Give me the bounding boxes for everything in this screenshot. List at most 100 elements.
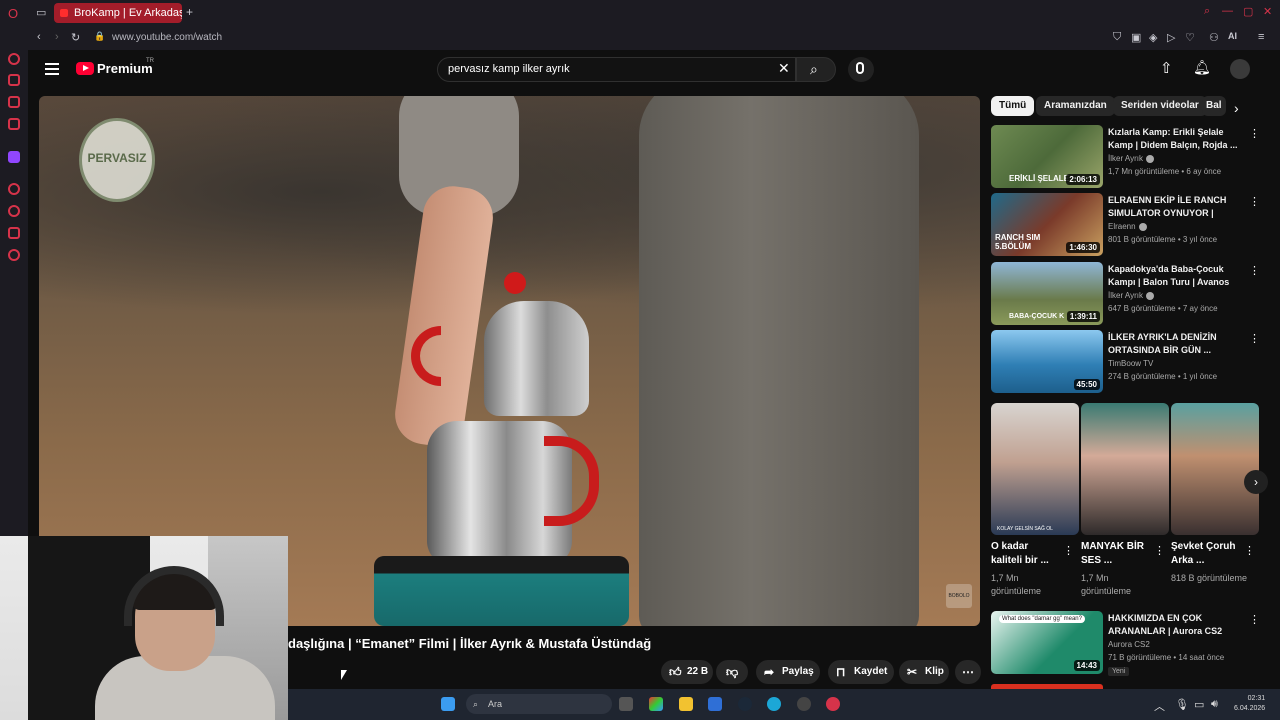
sidebar-settings-icon[interactable]	[8, 249, 20, 261]
steam-icon[interactable]	[738, 697, 752, 711]
snapshot-icon[interactable]: ▣	[1131, 31, 1141, 44]
sidebar-bag-icon[interactable]	[8, 74, 20, 86]
video-title[interactable]: Kapadokya'da Baba-Çocuk Kampı | Balon Tu…	[1108, 263, 1238, 290]
more-vert-icon[interactable]: ⋮	[1063, 544, 1074, 557]
chip-partial[interactable]: Bal	[1202, 96, 1226, 116]
avatar[interactable]	[1230, 59, 1250, 79]
account-icon[interactable]: ⚇	[1209, 31, 1219, 44]
sidebar-aria-icon[interactable]	[8, 53, 20, 65]
notifications-bell-icon[interactable]: 🔔︎	[1193, 59, 1211, 76]
short-title[interactable]: Şevket Çoruh Arka ...	[1171, 540, 1251, 568]
channel-name[interactable]: İlker Ayrık	[1108, 154, 1154, 163]
hamburger-menu-icon[interactable]	[45, 63, 59, 75]
share-button[interactable]: ➦ Paylaş	[756, 660, 820, 684]
list-item[interactable]: ERİKLİ ŞELALE 2:06:13 Kızlarla Kamp: Eri…	[991, 125, 1261, 189]
more-vert-icon[interactable]: ⋮	[1249, 264, 1260, 277]
close-icon[interactable]: ✕	[1263, 5, 1272, 18]
list-item[interactable]: RANCH SIM 5.BÖLÜM 1:46:30 ELRAENN EKİP İ…	[991, 193, 1261, 257]
opera-logo-icon[interactable]: O	[8, 6, 18, 21]
like-button[interactable]: 👍︎ 22 B	[661, 660, 713, 684]
video-kettle-handle	[544, 436, 599, 526]
clear-search-icon[interactable]: ✕	[778, 60, 790, 77]
list-item[interactable]: 45:50 İLKER AYRIK'LA DENİZİN ORTASINDA B…	[991, 330, 1261, 394]
short-title[interactable]: O kadar kaliteli bir ...	[991, 540, 1061, 568]
forward-icon[interactable]: ›	[55, 31, 59, 43]
video-thumbnail[interactable]: BABA-ÇOCUK K 1:39:11	[991, 262, 1103, 325]
store-icon[interactable]	[708, 697, 722, 711]
upload-icon[interactable]: ⇧	[1160, 59, 1173, 77]
shorts-next-button[interactable]: ›	[1244, 470, 1268, 494]
video-title[interactable]: HAKKIMIZDA EN ÇOK ARANANLAR | Aurora CS2	[1108, 612, 1238, 638]
short-thumbnail[interactable]	[1171, 403, 1259, 535]
copilot-icon[interactable]	[649, 697, 663, 711]
channel-name[interactable]: Elraenn	[1108, 222, 1147, 231]
tab-switcher-icon[interactable]: ▭	[36, 6, 46, 19]
tray-mic-icon[interactable]: 🎙︎	[1175, 698, 1189, 711]
sidebar-mail-icon[interactable]	[8, 118, 20, 130]
chip-from-search[interactable]: Aramanızdan	[1036, 96, 1115, 116]
heart-icon[interactable]: ♡	[1185, 31, 1195, 44]
channel-name[interactable]: TimBoow TV	[1108, 359, 1153, 368]
channel-name[interactable]: İlker Ayrık	[1108, 291, 1154, 300]
file-explorer-icon[interactable]	[679, 697, 693, 711]
channel-name[interactable]: Aurora CS2	[1108, 640, 1150, 649]
chip-all[interactable]: Tümü	[991, 96, 1035, 116]
voice-search-button[interactable]	[848, 57, 874, 82]
extension-icon[interactable]: ⛉	[1113, 31, 1121, 44]
video-title[interactable]: İLKER AYRIK'LA DENİZİN ORTASINDA BİR GÜN…	[1108, 331, 1238, 357]
chevron-right-icon[interactable]: ›	[1234, 100, 1239, 116]
vpn-icon[interactable]: ◈	[1149, 31, 1157, 44]
menu-icon[interactable]: ≡	[1258, 31, 1264, 43]
more-vert-icon[interactable]: ⋮	[1249, 332, 1260, 345]
search-button[interactable]: ⌕	[796, 57, 836, 82]
tray-network-icon[interactable]: ▭	[1194, 698, 1204, 711]
url-field[interactable]: www.youtube.com/watch	[112, 32, 222, 43]
sidebar-chat-icon[interactable]	[8, 227, 20, 239]
list-item[interactable]: What does "damar gg" mean? 14:43 HAKKIMI…	[991, 611, 1261, 685]
taskbar-clock[interactable]: 02:31 6.04.2026	[1234, 694, 1265, 714]
more-vert-icon[interactable]: ⋮	[1249, 127, 1260, 140]
video-title[interactable]: Kızlarla Kamp: Erikli Şelale Kamp | Dide…	[1108, 126, 1238, 152]
back-icon[interactable]: ‹	[37, 31, 41, 43]
minimize-icon[interactable]: —	[1222, 5, 1233, 17]
reload-icon[interactable]: ↻	[71, 31, 80, 44]
list-item[interactable]: BABA-ÇOCUK K 1:39:11 Kapadokya'da Baba-Ç…	[991, 262, 1261, 326]
video-title[interactable]: ELRAENN EKİP İLE RANCH SIMULATOR OYNUYOR…	[1108, 194, 1238, 221]
ai-button[interactable]: AI	[1228, 31, 1237, 41]
tray-chevron-icon[interactable]: ︿	[1154, 698, 1165, 714]
tab-active[interactable]: BroKamp | Ev Arkadaşı	[54, 3, 182, 23]
video-thumbnail[interactable]: ERİKLİ ŞELALE 2:06:13	[991, 125, 1103, 188]
short-thumbnail[interactable]	[1081, 403, 1169, 535]
video-thumbnail[interactable]: What does "damar gg" mean? 14:43	[991, 611, 1103, 674]
youtube-logo-icon[interactable]	[76, 62, 94, 75]
save-button[interactable]: ⊓ Kaydet	[828, 660, 894, 684]
more-vert-icon[interactable]: ⋮	[1154, 544, 1165, 557]
more-vert-icon[interactable]: ⋮	[1249, 613, 1260, 626]
taskbar-search-input[interactable]: ⌕ Ara	[466, 694, 612, 714]
short-title[interactable]: MANYAK BİR SES ...	[1081, 540, 1151, 568]
maximize-icon[interactable]: ▢	[1243, 5, 1253, 18]
sidebar-twitch-icon[interactable]	[8, 151, 20, 163]
video-thumbnail[interactable]: 45:50	[991, 330, 1103, 393]
task-view-icon[interactable]	[619, 697, 633, 711]
app-icon[interactable]	[797, 697, 811, 711]
edge-icon[interactable]	[767, 697, 781, 711]
start-icon[interactable]	[441, 697, 455, 711]
new-tab-button[interactable]: +	[186, 5, 193, 19]
short-thumbnail[interactable]: KOLAY GELSİN SAĞ OL	[991, 403, 1079, 535]
more-vert-icon[interactable]: ⋮	[1244, 544, 1255, 557]
video-kettle-top	[484, 301, 589, 416]
sidebar-history-icon[interactable]	[8, 205, 20, 217]
tray-volume-icon[interactable]: 🔊︎	[1211, 698, 1218, 711]
opera-taskbar-icon[interactable]	[826, 697, 840, 711]
dislike-button[interactable]: 👎︎	[716, 660, 748, 684]
video-thumbnail[interactable]: RANCH SIM 5.BÖLÜM 1:46:30	[991, 193, 1103, 256]
chip-series[interactable]: Seriden videolar	[1113, 96, 1207, 116]
clip-button[interactable]: ✂ Klip	[899, 660, 949, 684]
sidebar-player-icon[interactable]	[8, 183, 20, 195]
search-icon[interactable]: ⌕	[1204, 5, 1210, 18]
more-actions-button[interactable]: ⋯	[955, 660, 981, 684]
more-vert-icon[interactable]: ⋮	[1249, 195, 1260, 208]
player-icon[interactable]: ▷	[1167, 31, 1175, 44]
sidebar-messenger-icon[interactable]	[8, 96, 20, 108]
